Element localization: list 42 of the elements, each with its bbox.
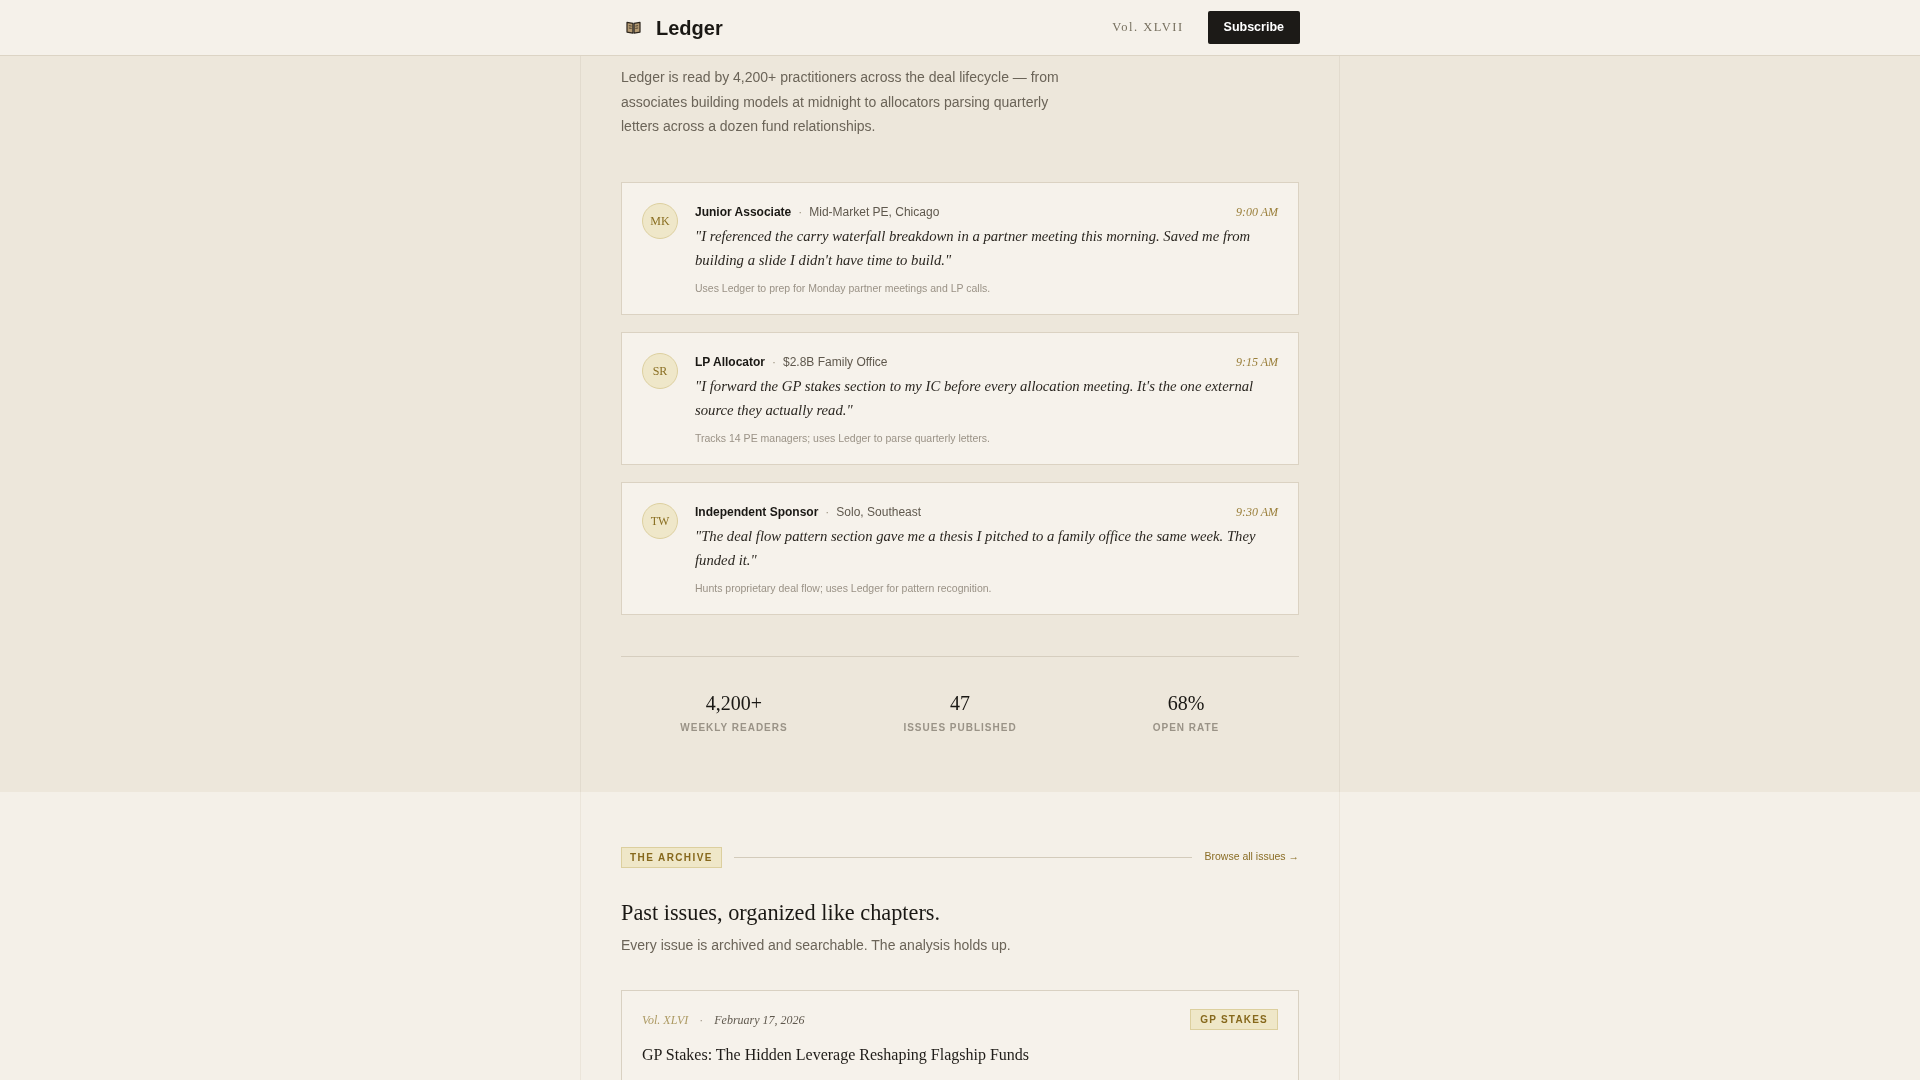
- avatar: SR: [642, 352, 678, 389]
- avatar: TW: [642, 502, 678, 539]
- separator: ·: [699, 1011, 704, 1029]
- reader-organization: Solo, Southeast: [836, 503, 922, 521]
- timestamp: 9:15 AM: [1235, 353, 1278, 371]
- stat-label: WEEKLY READERS: [680, 721, 788, 734]
- topic-tag: GP STAKES: [1190, 1009, 1278, 1030]
- reader-organization: Mid-Market PE, Chicago: [809, 203, 940, 221]
- intro-paragraph: Ledger is read by 4,200+ practitioners across the deal lifecycle — from associates building models at midnight to allocators parsing quarterly letters across a dozen fund relationships.: [621, 68, 1060, 136]
- issue-volume: Vol. XLVI: [642, 1011, 689, 1029]
- archive-heading: Past issues, organized like chapters.: [621, 898, 942, 927]
- reader-note: Hunts proprietary deal flow; uses Ledger for pattern recognition.: [695, 580, 993, 596]
- reader-note: Uses Ledger to prep for Monday partner meetings and LP calls.: [695, 280, 992, 296]
- reader-role: Independent Sponsor: [695, 503, 819, 521]
- stat-label: ISSUES PUBLISHED: [903, 721, 1017, 734]
- issue-title: GP Stakes: The Hidden Leverage Reshaping Flagship Funds: [642, 1044, 1031, 1066]
- stat-value: 4,200+: [705, 690, 763, 716]
- section-badge: THE ARCHIVE: [621, 846, 722, 868]
- issue-card[interactable]: Vol. XLVI · February 17, 2026 GP STAKES GP Stakes: The Hidden Leverage Reshaping Flagship Funds: [621, 989, 1299, 1080]
- stat-value: 47: [950, 690, 970, 716]
- timestamp: 9:30 AM: [1235, 503, 1278, 521]
- timestamp: 9:00 AM: [1235, 203, 1278, 221]
- avatar: MK: [642, 202, 678, 239]
- separator: ·: [798, 203, 803, 221]
- issue-date: February 17, 2026: [714, 1011, 805, 1029]
- separator: ·: [772, 353, 776, 371]
- testimonial-quote: "I forward the GP stakes section to my IC before every allocation meeting. It's the one external source they actually read.": [695, 376, 1255, 420]
- logo[interactable]: Ledger: [656, 17, 723, 38]
- stat-label: OPEN RATE: [1152, 721, 1220, 734]
- separator: ·: [825, 503, 830, 521]
- subscribe-button[interactable]: Subscribe: [1207, 11, 1300, 44]
- stat-value: 68%: [1167, 690, 1205, 716]
- reader-organization: $2.8B Family Office: [783, 353, 888, 371]
- reader-note: Tracks 14 PE managers; uses Ledger to parse quarterly letters.: [695, 430, 991, 446]
- reader-role: Junior Associate: [695, 203, 792, 221]
- testimonial-quote: "The deal flow pattern section gave me a thesis I pitched to a family office the same week. They funded it.": [695, 526, 1257, 570]
- testimonial-quote: "I referenced the carry waterfall breakdown in a partner meeting this morning. Saved me from building a slide I didn't have time to build.": [695, 226, 1252, 270]
- reader-role: LP Allocator: [695, 353, 765, 371]
- browse-link[interactable]: Browse all issues →: [1204, 849, 1299, 865]
- book-icon: [626, 21, 641, 34]
- archive-subtitle: Every issue is archived and searchable. The analysis holds up.: [621, 935, 1012, 955]
- volume-label: Vol. XLVII: [1112, 19, 1184, 37]
